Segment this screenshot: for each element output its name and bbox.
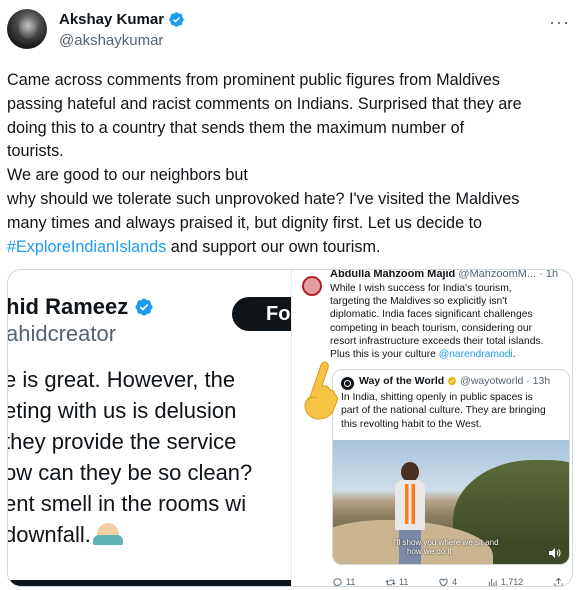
right-shot-line: targeting the Maldives so explicitly isn… [330, 296, 508, 308]
left-shot-last-line: downfall. [8, 519, 252, 550]
reply-action: 11 [332, 577, 356, 587]
author-handle[interactable]: @akshaykumar [59, 32, 163, 49]
quoted-tweet: Way of the World @wayotworld · 13h In In… [332, 369, 570, 565]
like-count: 4 [452, 577, 458, 587]
left-shot-follow-button: Fo [232, 297, 291, 331]
right-shot-actions: 11 11 4 1,712 [332, 575, 570, 587]
quoted-header: Way of the World @wayotworld · 13h [359, 375, 550, 387]
verified-badge-icon [135, 298, 153, 316]
quoted-line: part of the national culture. They are b… [341, 405, 546, 417]
left-shot-line: ent smell in the rooms wi [8, 491, 247, 516]
author-avatar[interactable] [7, 9, 47, 49]
left-shot-bottom-bar [8, 580, 291, 586]
pointing-finger-emoji-icon [304, 361, 338, 420]
right-shot-last-line: Plus this is your culture @narendramodi. [330, 348, 570, 361]
right-shot-header: Abdulla Mahzoom Majid @MahzoomM... · 1h [330, 270, 558, 280]
quoted-line: this revolting habit to the West. [341, 418, 482, 430]
reply-count: 11 [346, 577, 356, 587]
author-name[interactable]: Akshay Kumar [59, 11, 164, 28]
like-action: 4 [438, 577, 458, 587]
quoted-name: Way of the World [359, 375, 445, 387]
right-shot-text: While I wish success for India's tourism… [330, 282, 570, 361]
tweet-line: We are good to our neighbors but [7, 166, 248, 185]
left-shot-name-row: hid Rameez [8, 294, 154, 320]
tweet-line: many times and always praised it, but di… [7, 213, 483, 232]
video-caption-line: how we do it [407, 547, 452, 556]
right-shot-line: competing in beach tourism, considering … [330, 322, 533, 334]
retweet-action: 11 [385, 577, 409, 587]
left-shot-line: they provide the service [8, 429, 237, 454]
hashtag-link[interactable]: #ExploreIndianIslands [7, 238, 166, 256]
right-shot-line-prefix: Plus this is your culture [330, 349, 439, 361]
gold-verified-badge-icon [447, 376, 457, 386]
video-caption: I'll show you where we sit and how we do… [393, 538, 499, 556]
left-shot-line: ow can they be so clean? [8, 460, 253, 485]
retweet-icon [385, 579, 396, 585]
right-shot-handle-time: @MahzoomM... · 1h [458, 270, 559, 280]
tweet-text: Came across comments from prominent publ… [7, 69, 579, 259]
left-shot-handle: ahidcreator [8, 321, 117, 346]
tweet-line: tourists. [7, 142, 64, 161]
quoted-video: I'll show you where we sit and how we do… [333, 440, 569, 564]
verified-badge-icon [169, 12, 184, 27]
media-image-left[interactable]: hid Rameez ahidcreator Fo e is great. Ho… [8, 270, 291, 586]
tweet-line-rest: and support our own tourism. [166, 237, 381, 256]
speaker-icon [549, 548, 561, 558]
right-shot-line: While I wish success for India's tourism… [330, 283, 512, 294]
share-action [553, 577, 564, 586]
left-shot-name: hid Rameez [8, 294, 129, 319]
more-options-icon[interactable]: ··· [549, 12, 570, 33]
video-caption-line: I'll show you where we sit and [393, 538, 499, 547]
tweet-line: Came across comments from prominent publ… [7, 71, 500, 89]
left-shot-body: e is great. However, the eting with us i… [8, 364, 252, 550]
retweet-count: 11 [399, 577, 409, 587]
right-shot-name: Abdulla Mahzoom Majid [330, 270, 456, 280]
author-name-row[interactable]: Akshay Kumar [59, 11, 185, 28]
views-action: 1,712 [487, 577, 524, 587]
left-shot-line: eting with us is delusion [8, 398, 237, 423]
tweet-last-line: #ExploreIndianIslands and support our ow… [7, 236, 579, 260]
tweet-line: doing this to a country that sends them … [7, 118, 465, 137]
quoted-text: In India, shitting openly in public spac… [341, 391, 566, 431]
quoted-handle-time: @wayotworld · 13h [460, 375, 551, 387]
heart-icon [439, 578, 448, 586]
tweet-line: passing hateful and racist comments on I… [7, 94, 522, 113]
quoted-avatar [341, 377, 354, 390]
right-shot-line-suffix: . [512, 349, 516, 361]
tweet-line: why should we tolerate such unprovoked h… [7, 189, 520, 208]
views-count: 1,712 [500, 577, 524, 587]
mention-link: @narendramodi [438, 349, 513, 361]
left-shot-line: e is great. However, the [8, 367, 236, 392]
views-icon [488, 578, 497, 586]
left-shot-line-text: downfall. [8, 522, 91, 547]
quoted-line: In India, shitting openly in public spac… [341, 392, 533, 403]
shrug-emoji-icon [92, 523, 123, 545]
right-shot-avatar [302, 276, 322, 296]
media-image-right[interactable]: Abdulla Mahzoom Majid @MahzoomM... · 1h … [291, 270, 572, 587]
right-shot-line: diplomatic. India faces significant chal… [330, 309, 533, 321]
reply-icon [333, 577, 342, 586]
right-shot-line: resort infrastructure exceeds their tota… [330, 335, 544, 347]
tweet-media[interactable]: hid Rameez ahidcreator Fo e is great. Ho… [7, 269, 573, 587]
share-icon [554, 577, 563, 586]
